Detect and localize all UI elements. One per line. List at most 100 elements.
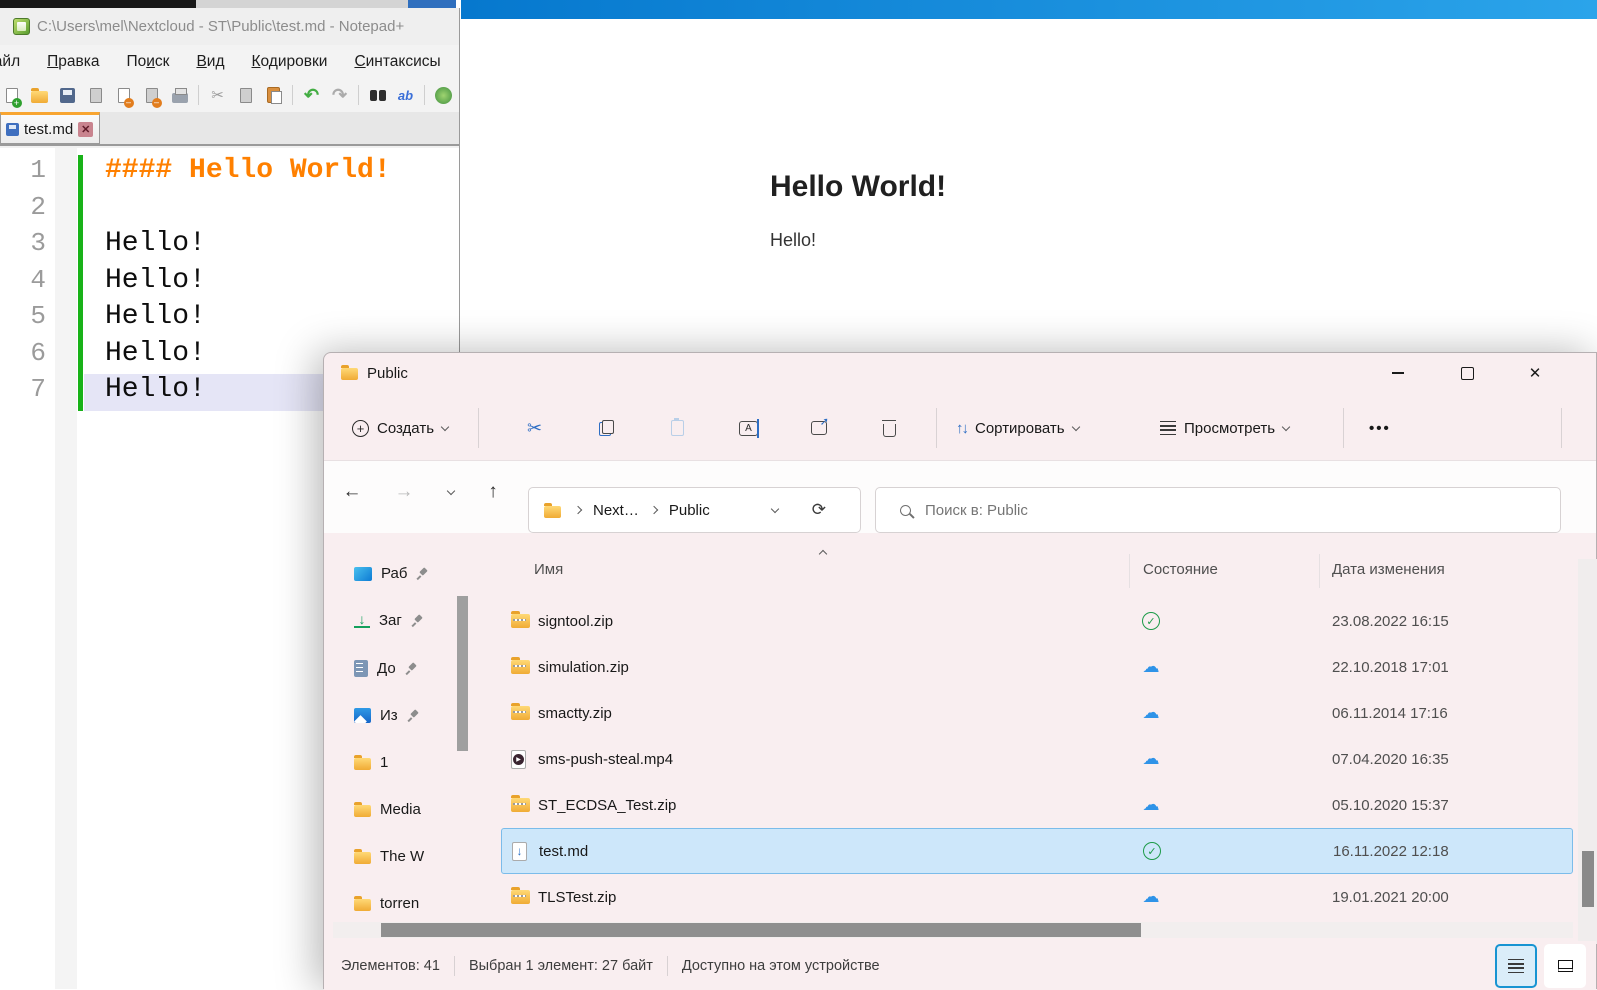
sort-arrows-icon: ↑↓ <box>956 419 969 437</box>
cut-icon[interactable]: ✂ <box>208 86 227 105</box>
back-button[interactable]: ← <box>335 475 369 509</box>
minimize-button[interactable] <box>1375 353 1421 393</box>
breadcrumb-nextcloud[interactable]: Next… <box>593 502 639 519</box>
close-all-icon[interactable] <box>142 86 162 108</box>
status-separator <box>453 955 455 976</box>
share-button[interactable] <box>811 395 829 461</box>
search-box[interactable] <box>875 487 1561 533</box>
sidebar-item-folder-thew[interactable]: The W <box>354 839 479 873</box>
editor-line[interactable]: 2 <box>0 192 459 229</box>
tab-testmd[interactable]: test.md ✕ <box>0 112 100 144</box>
delete-button[interactable] <box>881 395 896 461</box>
maximize-button[interactable] <box>1444 353 1490 393</box>
up-button[interactable]: ↑ <box>476 475 510 509</box>
items-count: Элементов: 41 <box>341 957 440 974</box>
print-icon[interactable] <box>170 86 189 105</box>
address-dropdown-icon[interactable] <box>770 504 779 513</box>
copy-icon <box>599 420 614 436</box>
rename-icon: A <box>739 418 759 438</box>
file-row-testmd-selected[interactable]: ↓ test.md ✓ 16.11.2022 12:18 <box>501 828 1573 874</box>
scissors-icon: ✂ <box>527 417 543 438</box>
macro-icon[interactable] <box>434 86 453 105</box>
menu-encoding[interactable]: Кодировки <box>252 53 328 71</box>
notepadpp-toolbar: ✂ ↶ ↷ ab <box>0 78 459 112</box>
menu-view[interactable]: Вид <box>196 53 224 71</box>
editor-line[interactable]: 3 Hello! <box>0 228 459 265</box>
editor-line[interactable]: 4 Hello! <box>0 265 459 302</box>
cut-button[interactable]: ✂ <box>527 395 542 461</box>
file-row-stecdsatest[interactable]: ST_ECDSA_Test.zip ☁ 05.10.2020 15:37 <box>501 782 1573 828</box>
chevron-down-icon <box>446 486 456 495</box>
redo-icon[interactable]: ↷ <box>330 85 349 105</box>
copy-button[interactable] <box>599 395 614 461</box>
command-separator <box>478 408 479 448</box>
undo-icon[interactable]: ↶ <box>302 85 321 105</box>
recent-locations-button[interactable] <box>434 475 468 509</box>
status-cloud-icon: ☁ <box>1142 703 1160 722</box>
horizontal-scrollbar-track[interactable] <box>333 922 1573 938</box>
notepadpp-titlebar[interactable]: C:\Users\mel\Nextcloud - ST\Public\test.… <box>0 8 459 45</box>
file-list-scrollbar-thumb[interactable] <box>1582 851 1594 907</box>
chevron-down-icon <box>1281 422 1291 431</box>
editor-line[interactable]: 1 #### Hello World! <box>0 155 459 192</box>
horizontal-scrollbar-thumb[interactable] <box>381 923 1141 937</box>
address-bar[interactable]: Next… Public ⟳ <box>528 487 861 533</box>
column-header-name[interactable]: Имя <box>534 561 563 578</box>
explorer-titlebar[interactable]: Public ✕ <box>324 353 1596 395</box>
menu-file[interactable]: Файл <box>0 53 20 71</box>
sidebar-item-folder-media[interactable]: Media <box>354 792 479 826</box>
copy-icon[interactable] <box>236 86 255 105</box>
sidebar-scrollbar-thumb[interactable] <box>457 596 468 751</box>
menu-edit[interactable]: Правка <box>47 53 99 71</box>
sidebar-item-folder-torrents[interactable]: torren <box>354 886 479 920</box>
breadcrumb-public[interactable]: Public <box>669 502 710 519</box>
more-options-button[interactable]: ••• <box>1369 395 1391 461</box>
file-row-signtool[interactable]: signtool.zip ✓ 23.08.2022 16:15 <box>501 598 1573 644</box>
file-row-simulation[interactable]: simulation.zip ☁ 22.10.2018 17:01 <box>501 644 1573 690</box>
file-row-smactty[interactable]: smactty.zip ☁ 06.11.2014 17:16 <box>501 690 1573 736</box>
menu-language[interactable]: Синтаксисы <box>354 53 440 71</box>
paste-icon[interactable] <box>264 86 283 105</box>
details-view-button[interactable] <box>1495 944 1537 988</box>
menu-search[interactable]: Поиск <box>126 53 169 71</box>
tab-close-icon[interactable]: ✕ <box>78 121 94 137</box>
file-row-smspushsteal[interactable]: ▶ sms-push-steal.mp4 ☁ 07.04.2020 16:35 <box>501 736 1573 782</box>
status-cloud-icon: ☁ <box>1142 795 1160 814</box>
notepadpp-menubar: Файл Правка Поиск Вид Кодировки Синтакси… <box>0 45 459 78</box>
column-separator[interactable] <box>1319 554 1320 588</box>
view-button[interactable]: Просмотреть <box>1160 395 1291 461</box>
search-icon <box>900 504 911 516</box>
plus-icon: + <box>352 419 369 437</box>
save-all-icon[interactable] <box>86 86 105 105</box>
column-separator[interactable] <box>1129 554 1130 588</box>
create-button[interactable]: + Создать <box>352 395 450 461</box>
rename-button[interactable]: A <box>739 395 759 461</box>
markdown-file-icon: ↓ <box>512 841 527 861</box>
search-input[interactable] <box>925 501 1225 519</box>
list-view-icon <box>1508 958 1524 974</box>
large-icons-view-button[interactable] <box>1544 944 1586 988</box>
preview-heading: Hello World! <box>770 170 947 203</box>
file-list-scrollbar-track[interactable] <box>1578 559 1597 944</box>
replace-icon[interactable]: ab <box>396 86 415 105</box>
toolbar-separator <box>358 85 359 105</box>
forward-button[interactable]: → <box>387 475 421 509</box>
open-file-icon[interactable] <box>30 86 49 105</box>
sort-button[interactable]: ↑↓ Сортировать <box>956 395 1080 461</box>
editor-line[interactable]: 5 Hello! <box>0 301 459 338</box>
new-file-icon[interactable] <box>2 86 22 108</box>
command-separator <box>936 408 937 448</box>
refresh-icon[interactable]: ⟳ <box>812 500 826 520</box>
paste-button[interactable] <box>671 395 684 461</box>
file-row-tlstest[interactable]: TLSTest.zip ☁ 19.01.2021 20:00 <box>501 874 1573 920</box>
chevron-down-icon <box>440 422 450 431</box>
column-header-date[interactable]: Дата изменения <box>1332 561 1445 578</box>
close-file-icon[interactable] <box>114 86 134 108</box>
folder-icon <box>354 801 371 817</box>
find-icon[interactable] <box>368 86 387 105</box>
save-icon[interactable] <box>58 86 77 105</box>
column-header-status[interactable]: Состояние <box>1143 561 1218 578</box>
trash-icon <box>881 419 896 437</box>
status-synced-icon: ✓ <box>1139 612 1163 630</box>
close-button[interactable]: ✕ <box>1512 353 1558 393</box>
